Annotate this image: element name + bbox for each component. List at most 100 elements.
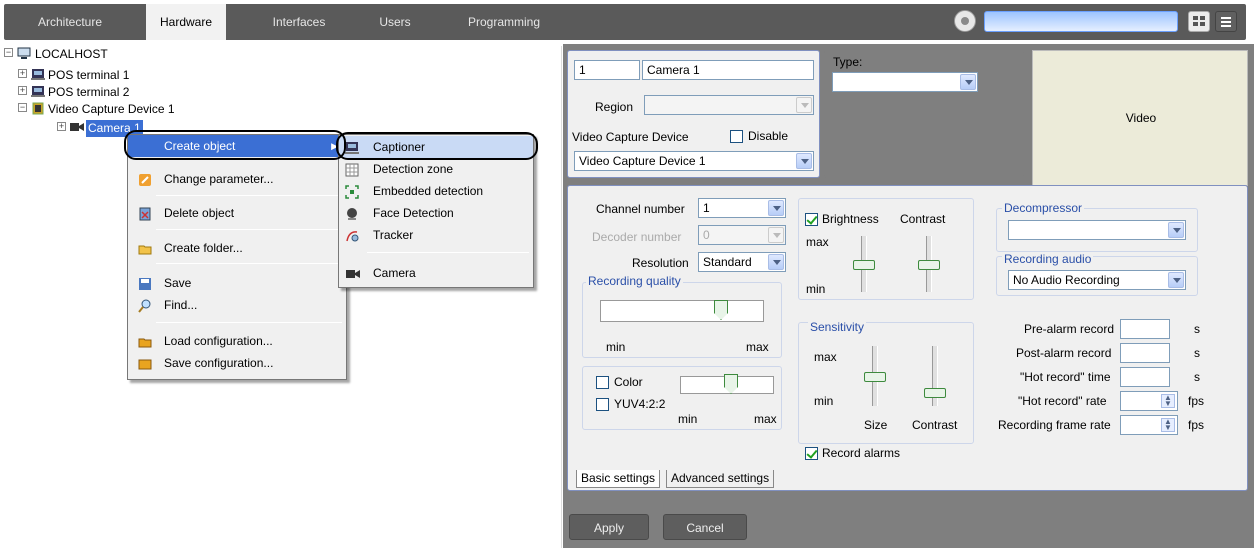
- tab-interfaces[interactable]: Interfaces: [254, 4, 344, 40]
- recording-quality-slider[interactable]: [600, 300, 764, 322]
- system-icon[interactable]: [954, 10, 976, 32]
- contrast-label: Contrast: [900, 212, 946, 226]
- search-input[interactable]: [984, 11, 1178, 32]
- folder-icon: [138, 241, 152, 255]
- context-menu: Create object ▶ Change parameter... Dele…: [127, 134, 347, 380]
- color-checkbox[interactable]: [596, 376, 609, 389]
- spinner-arrows-icon[interactable]: ▲ ▼: [1161, 418, 1175, 432]
- post-alarm-input[interactable]: [1120, 343, 1170, 363]
- dropdown-arrow-icon: [768, 254, 784, 270]
- brightness-checkbox[interactable]: [805, 213, 818, 226]
- highlight-create-object: [124, 130, 346, 160]
- recording-audio-select[interactable]: No Audio Recording: [1008, 270, 1186, 290]
- decoder-number-value: 0: [703, 228, 710, 242]
- sensitivity-max-label: max: [814, 350, 837, 364]
- resolution-label: Resolution: [632, 256, 689, 270]
- hot-record-rate-spinner[interactable]: ▲ ▼: [1120, 391, 1178, 411]
- disable-checkbox[interactable]: [730, 130, 743, 143]
- submenu-item-detection-zone[interactable]: Detection zone: [339, 158, 533, 180]
- frame-rate-unit: fps: [1188, 418, 1205, 432]
- menu-item-delete-object[interactable]: Delete object: [128, 202, 346, 224]
- submenu-item-embedded-detection[interactable]: Embedded detection: [339, 180, 533, 202]
- tab-hardware[interactable]: Hardware: [146, 4, 226, 40]
- menu-separator: [156, 229, 342, 230]
- slider-thumb[interactable]: [853, 260, 875, 270]
- pos-terminal-icon: [31, 68, 45, 80]
- collapse-icon[interactable]: −: [18, 103, 27, 112]
- decoder-number-label: Decoder number: [592, 230, 682, 244]
- recording-audio-label: Recording audio: [1002, 252, 1094, 266]
- resolution-value: Standard: [703, 255, 752, 269]
- delete-icon: [138, 206, 152, 221]
- save-config-icon: [138, 356, 152, 370]
- computer-icon: [17, 47, 31, 59]
- tree-item-video-capture-device[interactable]: Video Capture Device 1: [48, 101, 175, 118]
- submenu-item-tracker[interactable]: Tracker: [339, 224, 533, 246]
- tree-item-localhost[interactable]: LOCALHOST: [35, 46, 108, 63]
- frame-rate-spinner[interactable]: ▲ ▼: [1120, 415, 1178, 435]
- size-label: Size: [864, 418, 888, 432]
- expand-icon[interactable]: +: [18, 69, 27, 78]
- submenu-item-camera[interactable]: Camera: [339, 262, 533, 284]
- tracker-icon: [345, 228, 359, 242]
- slider-thumb[interactable]: [924, 388, 946, 398]
- menu-item-save[interactable]: Save: [128, 272, 346, 294]
- decompressor-select[interactable]: [1008, 220, 1186, 240]
- camera-name-input[interactable]: Camera 1: [642, 60, 814, 80]
- vcd-label: Video Capture Device: [572, 130, 689, 144]
- slider-thumb[interactable]: [918, 260, 940, 270]
- basic-settings-box: Channel number 1 Decoder number 0 Resolu…: [567, 185, 1248, 491]
- dropdown-arrow-icon: [1168, 222, 1184, 238]
- type-area: Type:: [824, 50, 1024, 178]
- camera-id-input[interactable]: 1: [574, 60, 640, 80]
- menu-item-change-parameter[interactable]: Change parameter...: [128, 168, 346, 190]
- post-alarm-unit: s: [1194, 346, 1200, 360]
- expand-icon[interactable]: +: [18, 86, 27, 95]
- tab-programming[interactable]: Programming: [454, 4, 554, 40]
- tab-basic-settings[interactable]: Basic settings: [576, 470, 661, 488]
- color-label: Color: [614, 375, 643, 389]
- resolution-select[interactable]: Standard: [698, 252, 786, 272]
- vcd-select[interactable]: Video Capture Device 1: [574, 151, 814, 171]
- menu-item-load-configuration[interactable]: Load configuration...: [128, 330, 346, 352]
- load-config-icon: [138, 334, 152, 348]
- hot-record-time-label: "Hot record" time: [1020, 370, 1111, 384]
- camera-icon: [345, 266, 360, 280]
- quality-max-label: max: [746, 340, 769, 354]
- cancel-button[interactable]: Cancel: [663, 514, 747, 540]
- decoder-number-select[interactable]: 0: [698, 225, 786, 245]
- tab-architecture[interactable]: Architecture: [4, 4, 136, 40]
- menu-item-create-folder[interactable]: Create folder...: [128, 237, 346, 259]
- decompressor-label: Decompressor: [1002, 201, 1085, 215]
- expand-icon[interactable]: +: [57, 122, 66, 131]
- tree-item-pos-terminal-1[interactable]: POS terminal 1: [48, 67, 129, 84]
- face-detection-icon: [345, 206, 359, 220]
- layout-grid-icon[interactable]: [1188, 11, 1210, 32]
- menu-icon[interactable]: [1215, 11, 1237, 32]
- yuv-checkbox[interactable]: [596, 398, 609, 411]
- embedded-detection-icon: [345, 184, 359, 199]
- highlight-captioner: [336, 132, 538, 160]
- disable-label: Disable: [748, 129, 789, 143]
- pre-alarm-input[interactable]: [1120, 319, 1170, 339]
- channel-number-select[interactable]: 1: [698, 198, 786, 218]
- tab-advanced-settings[interactable]: Advanced settings: [666, 470, 775, 488]
- menu-item-label: Save configuration...: [164, 356, 274, 370]
- record-alarms-label: Record alarms: [822, 446, 901, 460]
- tab-users[interactable]: Users: [360, 4, 430, 40]
- slider-thumb[interactable]: [864, 372, 886, 382]
- tree-item-pos-terminal-2[interactable]: POS terminal 2: [48, 84, 129, 101]
- menu-item-find[interactable]: Find...: [128, 294, 346, 316]
- hot-record-time-input[interactable]: [1120, 367, 1170, 387]
- hot-record-rate-unit: fps: [1188, 394, 1205, 408]
- apply-button[interactable]: Apply: [569, 514, 649, 540]
- region-select[interactable]: [644, 95, 814, 115]
- dropdown-arrow-icon: [796, 97, 812, 113]
- type-select[interactable]: [832, 72, 978, 92]
- submenu-item-face-detection[interactable]: Face Detection: [339, 202, 533, 224]
- spinner-arrows-icon[interactable]: ▲ ▼: [1161, 394, 1175, 408]
- collapse-icon[interactable]: −: [4, 48, 13, 57]
- menu-item-save-configuration[interactable]: Save configuration...: [128, 352, 346, 374]
- record-alarms-checkbox[interactable]: [805, 447, 818, 460]
- sensitivity-min-label: min: [814, 394, 834, 408]
